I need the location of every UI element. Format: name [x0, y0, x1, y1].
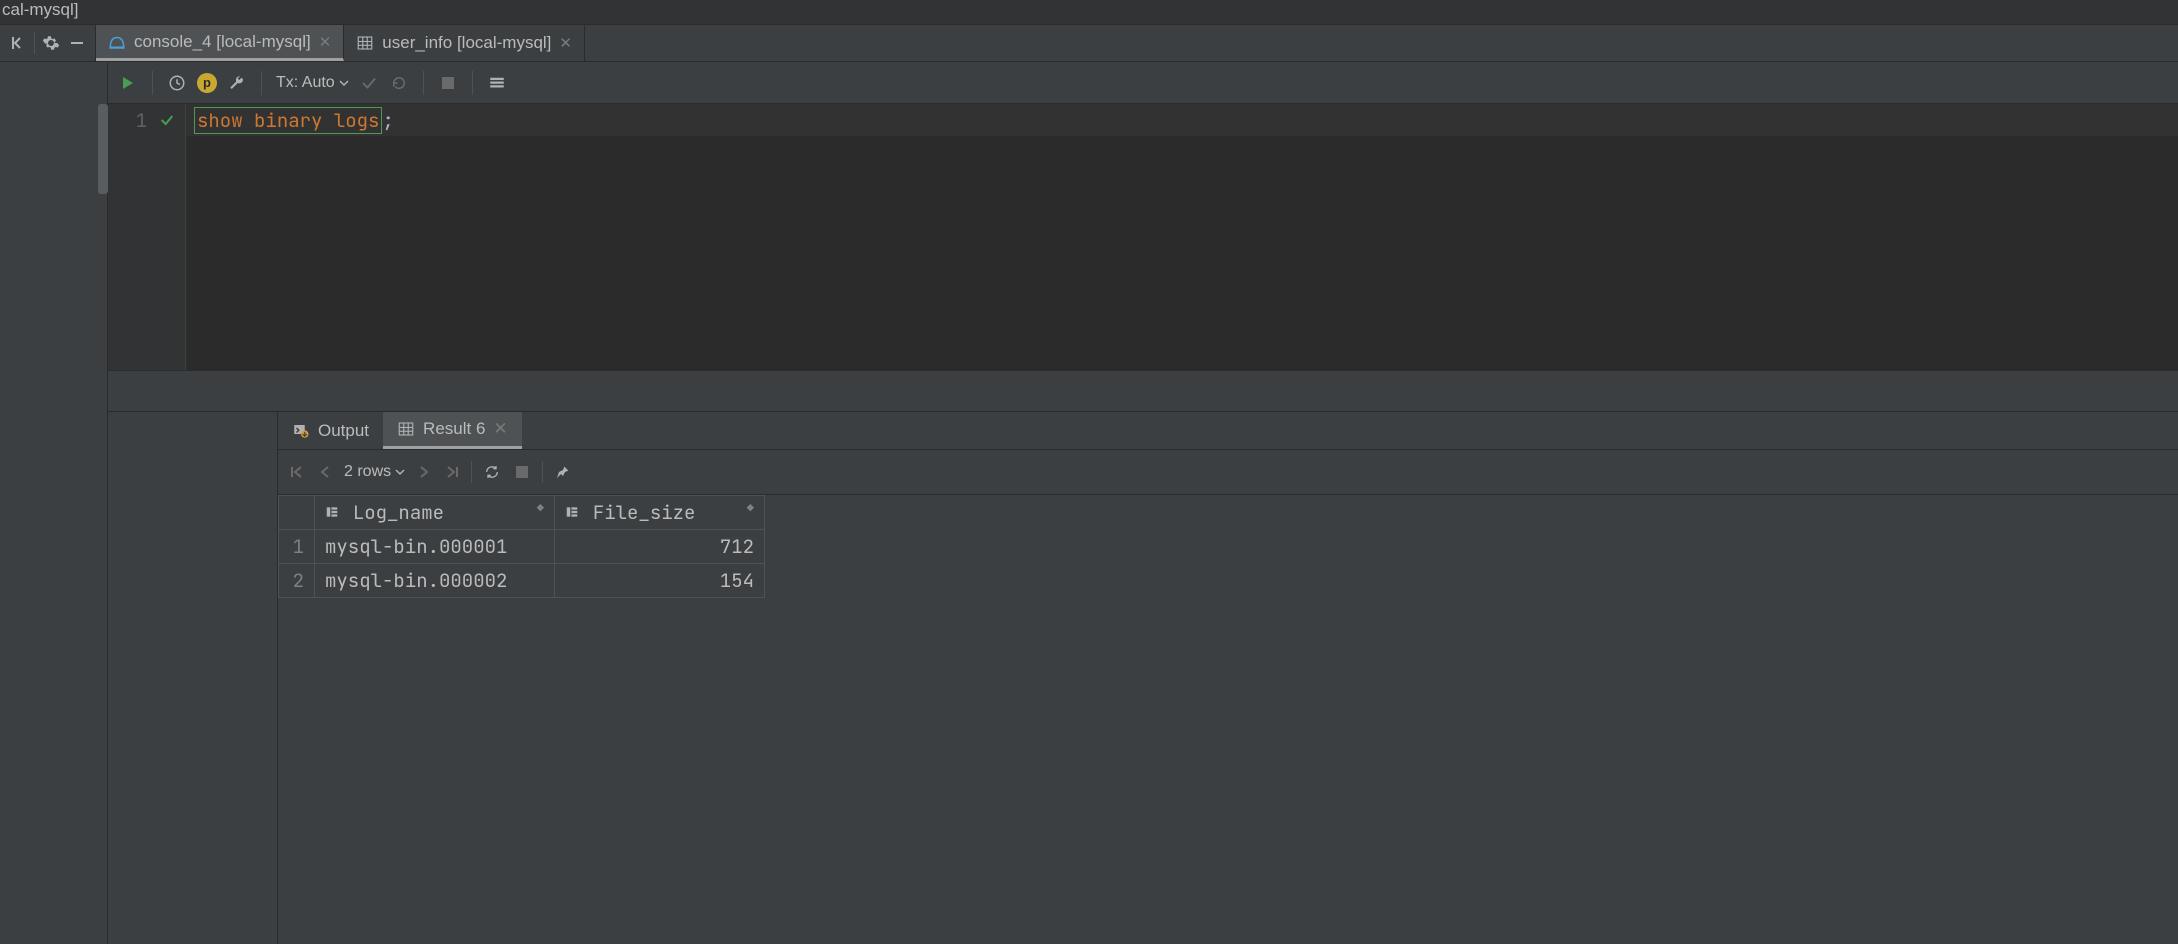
rollback-icon[interactable] — [389, 73, 409, 93]
tx-mode-dropdown[interactable]: Tx: Auto — [276, 74, 349, 92]
output-label: Output — [318, 421, 369, 441]
sql-statement-highlight: show binary logs — [194, 107, 382, 134]
file-tabs: console_4 [local-mysql] ✕ user_info [loc… — [96, 25, 585, 61]
pin-icon[interactable] — [553, 462, 573, 482]
view-icon[interactable] — [487, 73, 507, 93]
results-tabs: Output Result 6 ✕ — [278, 412, 2178, 450]
cell-file-size[interactable]: 154 — [555, 564, 765, 598]
scrollbar-thumb[interactable] — [98, 104, 108, 194]
prev-page-icon[interactable] — [316, 465, 334, 479]
sql-toolbar: p Tx: Auto — [108, 62, 2178, 104]
table-icon — [356, 34, 374, 52]
tab-output[interactable]: Output — [278, 412, 383, 449]
space — [322, 108, 333, 133]
console-icon — [108, 33, 126, 51]
result-label: Result 6 — [423, 419, 485, 439]
commit-icon[interactable] — [359, 73, 379, 93]
playground-badge[interactable]: p — [197, 73, 217, 93]
close-icon[interactable]: ✕ — [319, 33, 332, 51]
stop-icon[interactable] — [438, 73, 458, 93]
results-left-rail — [108, 412, 278, 944]
column-label: Log_name — [353, 500, 444, 525]
corner-cell — [279, 496, 315, 530]
kw-binary: binary — [254, 108, 322, 133]
table-row[interactable]: 2 mysql-bin.000002 154 — [279, 564, 765, 598]
minimize-icon[interactable] — [67, 33, 87, 53]
column-icon — [325, 506, 347, 523]
results-panel: Output Result 6 ✕ — [108, 412, 2178, 944]
gear-icon[interactable] — [41, 33, 61, 53]
sort-icon[interactable]: ◆ — [537, 500, 544, 516]
results-toolbar: 2 rows — [278, 450, 2178, 495]
table-icon — [397, 420, 415, 438]
output-icon — [292, 422, 310, 440]
space — [243, 108, 254, 133]
history-icon[interactable] — [167, 73, 187, 93]
topbar: console_4 [local-mysql] ✕ user_info [loc… — [0, 24, 2178, 62]
tab-result-6[interactable]: Result 6 ✕ — [383, 412, 522, 449]
cell-file-size[interactable]: 712 — [555, 530, 765, 564]
tx-label-text: Tx: Auto — [276, 74, 335, 92]
sql-editor[interactable]: 1 show binary logs; — [108, 104, 2178, 370]
cell-log-name[interactable]: mysql-bin.000001 — [315, 530, 555, 564]
first-page-icon[interactable] — [288, 465, 306, 479]
result-table: Log_name ◆ File_size ◆ — [278, 495, 2178, 598]
tab-user-info[interactable]: user_info [local-mysql] ✕ — [344, 25, 585, 61]
column-header-log-name[interactable]: Log_name ◆ — [315, 496, 555, 530]
sort-icon[interactable]: ◆ — [747, 500, 754, 516]
next-page-icon[interactable] — [415, 465, 433, 479]
collapse-left-icon[interactable] — [8, 33, 28, 53]
close-icon[interactable]: ✕ — [559, 34, 572, 52]
rows-label: 2 rows — [344, 463, 391, 481]
wrench-icon[interactable] — [227, 73, 247, 93]
stop-icon[interactable] — [512, 462, 532, 482]
cell-log-name[interactable]: mysql-bin.000002 — [315, 564, 555, 598]
tab-console-4[interactable]: console_4 [local-mysql] ✕ — [96, 25, 344, 61]
table-row[interactable]: 1 mysql-bin.000001 712 — [279, 530, 765, 564]
kw-logs: logs — [334, 108, 380, 133]
check-icon — [159, 112, 175, 128]
topbar-left-controls — [0, 25, 96, 61]
close-icon[interactable]: ✕ — [493, 419, 507, 439]
column-icon — [565, 506, 587, 523]
window-title-truncated: cal-mysql] — [0, 0, 2178, 24]
tab-label: user_info [local-mysql] — [382, 33, 551, 53]
row-number: 2 — [279, 564, 315, 598]
panel-splitter[interactable] — [108, 370, 2178, 412]
kw-show: show — [197, 108, 243, 133]
column-label: File_size — [593, 500, 696, 525]
semicolon: ; — [382, 108, 393, 133]
editor-gutter: 1 — [108, 104, 186, 370]
column-header-file-size[interactable]: File_size ◆ — [555, 496, 765, 530]
code-area[interactable]: show binary logs; — [186, 104, 2178, 370]
left-rail — [0, 62, 108, 944]
row-number: 1 — [279, 530, 315, 564]
last-page-icon[interactable] — [443, 465, 461, 479]
rows-dropdown[interactable]: 2 rows — [344, 463, 405, 481]
tab-label: console_4 [local-mysql] — [134, 32, 311, 52]
execute-icon[interactable] — [118, 73, 138, 93]
line-number: 1 — [136, 108, 147, 133]
refresh-icon[interactable] — [482, 462, 502, 482]
